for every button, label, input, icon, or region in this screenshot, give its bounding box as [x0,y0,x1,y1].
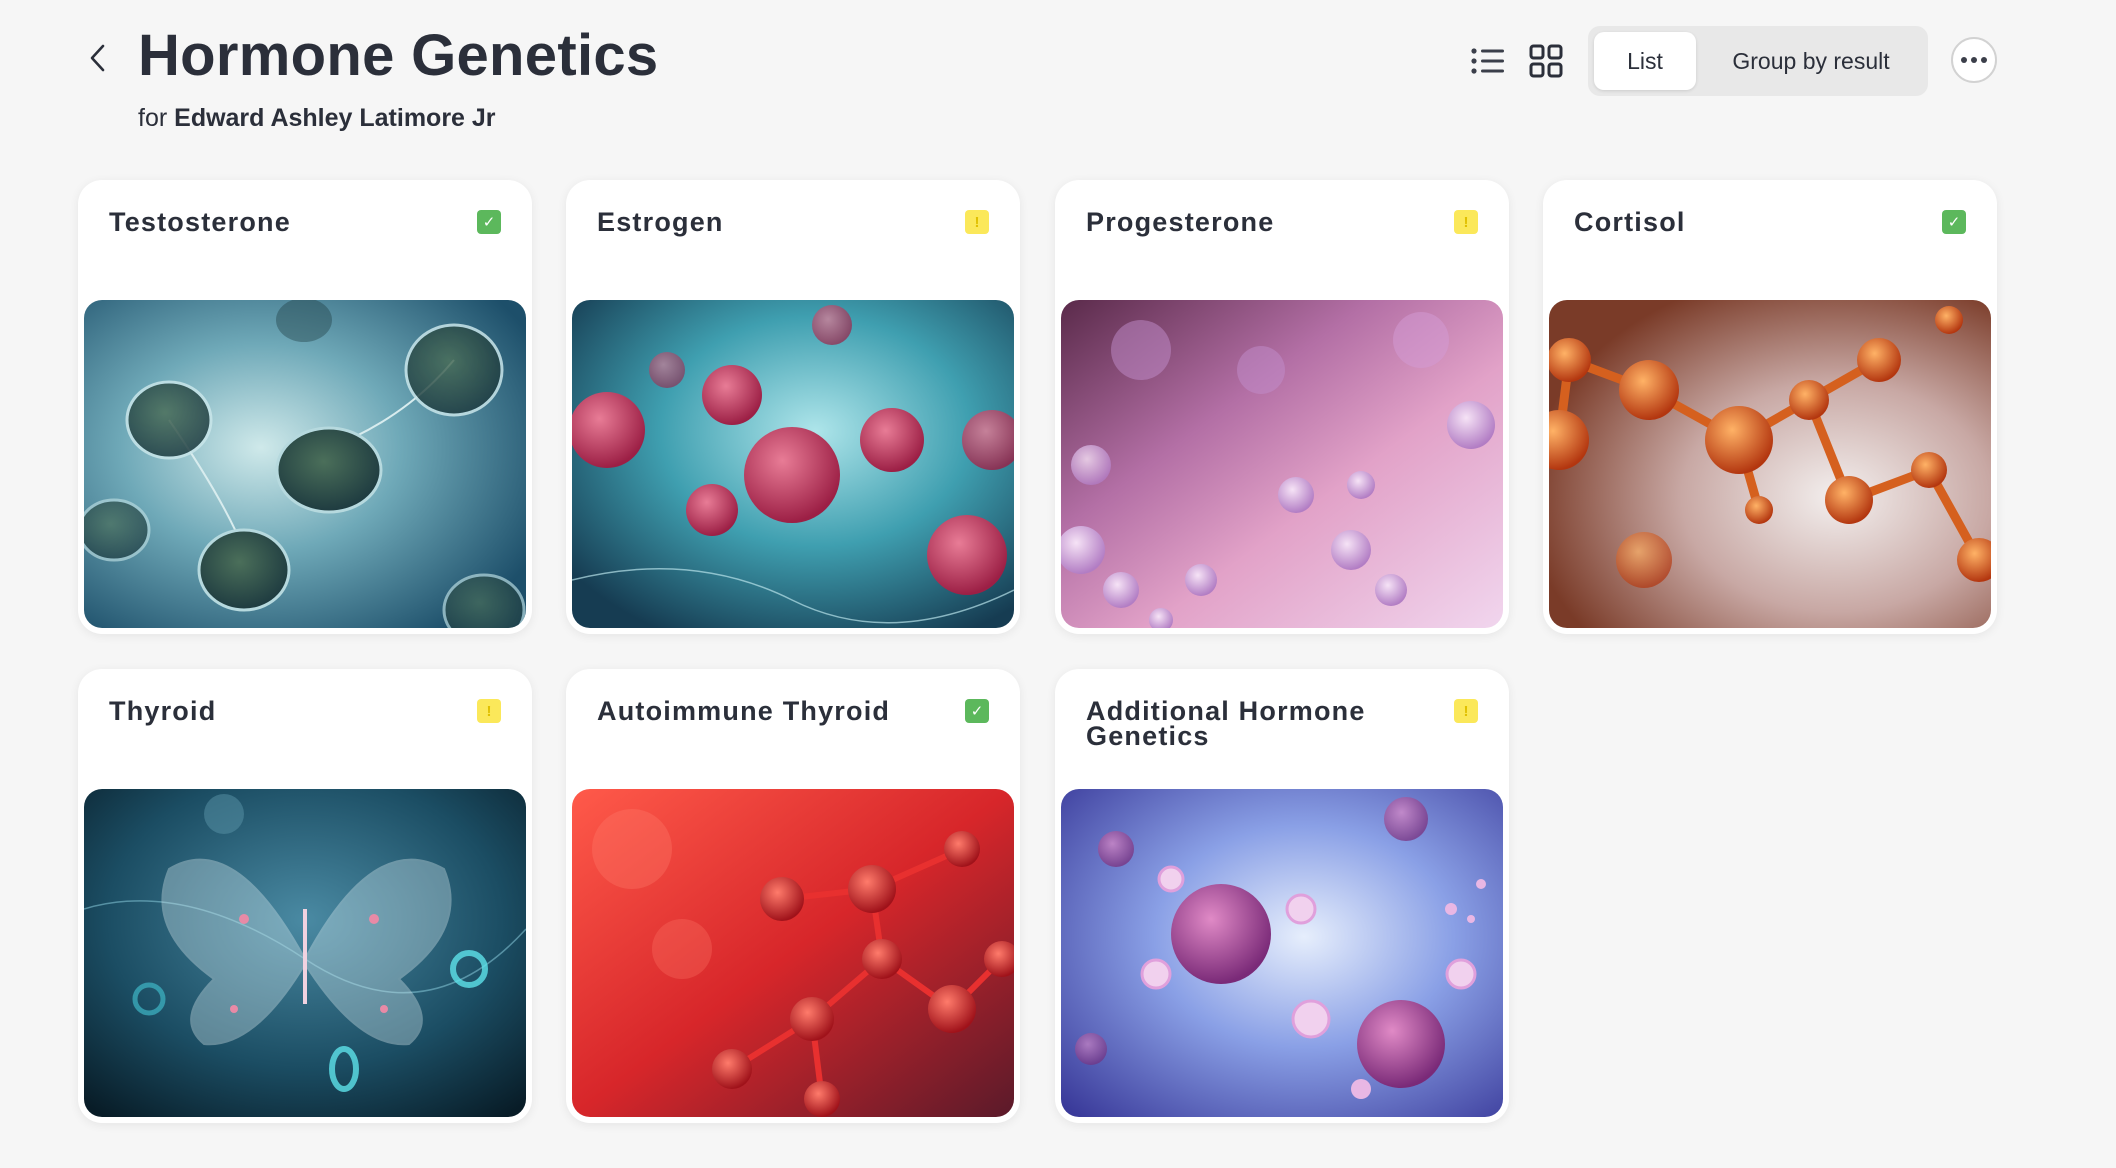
more-horizontal-icon [1959,57,1989,63]
card-title: Additional Hormone Genetics [1086,696,1366,751]
subtitle-prefix: for [138,104,168,132]
card-title: Cortisol [1574,207,1686,237]
check-icon: ✓ [1942,210,1966,234]
view-mode-segmented-control: List Group by result [1588,26,1928,96]
more-options-button[interactable] [1951,37,1997,83]
segment-list[interactable]: List [1594,32,1696,90]
segment-group-by-result[interactable]: Group by result [1700,32,1922,90]
card-estrogen[interactable]: Estrogen ! [566,180,1020,634]
page-subtitle: for Edward Ashley Latimore Jr [138,104,496,133]
card-testosterone[interactable]: Testosterone ✓ [78,180,532,634]
card-cortisol[interactable]: Cortisol ✓ [1543,180,1997,634]
list-view-button[interactable] [1469,42,1507,80]
card-title: Progesterone [1086,207,1275,237]
warning-icon: ! [965,210,989,234]
grid-view-button[interactable] [1527,42,1565,80]
back-button[interactable] [80,40,116,76]
card-image [572,789,1014,1117]
warning-icon: ! [1454,210,1478,234]
chevron-left-icon [90,44,105,72]
check-icon: ✓ [477,210,501,234]
card-image [84,789,526,1117]
warning-icon: ! [477,699,501,723]
card-autoimmune-thyroid[interactable]: Autoimmune Thyroid ✓ [566,669,1020,1123]
page-header: Hormone Genetics for Edward Ashley Latim… [0,0,2116,160]
card-title: Estrogen [597,207,724,237]
card-image [84,300,526,628]
card-additional-hormone-genetics[interactable]: Additional Hormone Genetics ! [1055,669,1509,1123]
card-image [1549,300,1991,628]
card-image [1061,300,1503,628]
card-image [1061,789,1503,1117]
page-title: Hormone Genetics [138,23,659,88]
card-image [572,300,1014,628]
check-icon: ✓ [965,699,989,723]
card-thyroid[interactable]: Thyroid ! [78,669,532,1123]
card-title: Thyroid [109,696,217,726]
warning-icon: ! [1454,699,1478,723]
card-title: Testosterone [109,207,291,237]
list-view-icon [1471,48,1504,74]
patient-name: Edward Ashley Latimore Jr [174,104,496,132]
grid-view-icon [1529,44,1563,78]
card-title: Autoimmune Thyroid [597,696,891,726]
card-progesterone[interactable]: Progesterone ! [1055,180,1509,634]
